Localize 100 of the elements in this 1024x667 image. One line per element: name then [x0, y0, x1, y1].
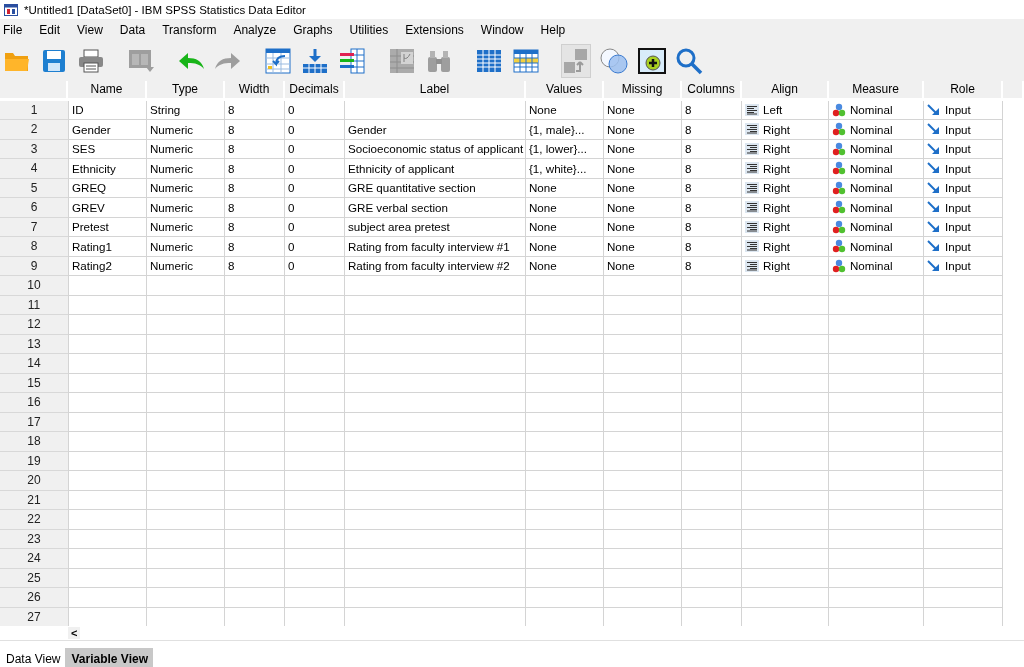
- label-cell[interactable]: subject area pretest: [345, 217, 526, 237]
- align-cell[interactable]: Right: [742, 237, 829, 257]
- column-header[interactable]: Type: [147, 81, 225, 98]
- row-number[interactable]: 11: [0, 295, 68, 315]
- empty-cell[interactable]: [829, 510, 924, 530]
- empty-cell[interactable]: [604, 588, 682, 608]
- name-cell[interactable]: Pretest: [68, 217, 147, 237]
- decimals-cell[interactable]: 0: [285, 178, 345, 198]
- empty-cell[interactable]: [526, 432, 604, 452]
- values-cell[interactable]: {1, white}...: [526, 159, 604, 179]
- empty-cell[interactable]: [526, 471, 604, 491]
- row-number[interactable]: 13: [0, 334, 68, 354]
- empty-cell[interactable]: [147, 393, 225, 413]
- empty-cell[interactable]: [682, 315, 742, 335]
- empty-cell[interactable]: [829, 373, 924, 393]
- label-cell[interactable]: GRE verbal section: [345, 198, 526, 218]
- column-header[interactable]: Decimals: [285, 81, 345, 98]
- missing-cell[interactable]: None: [604, 159, 682, 179]
- columns-cell[interactable]: 8: [682, 256, 742, 276]
- align-cell[interactable]: Right: [742, 139, 829, 159]
- empty-cell[interactable]: [829, 471, 924, 491]
- align-cell[interactable]: Right: [742, 256, 829, 276]
- row-number[interactable]: 8: [0, 237, 68, 257]
- missing-cell[interactable]: None: [604, 120, 682, 140]
- measure-cell[interactable]: Nominal: [829, 256, 924, 276]
- empty-cell[interactable]: [682, 373, 742, 393]
- name-cell[interactable]: ID: [68, 100, 147, 120]
- name-cell[interactable]: Rating2: [68, 256, 147, 276]
- empty-cell[interactable]: [604, 315, 682, 335]
- view-tab[interactable]: Data View: [0, 648, 66, 667]
- empty-cell[interactable]: [225, 490, 285, 510]
- empty-cell[interactable]: [147, 529, 225, 549]
- empty-cell[interactable]: [225, 451, 285, 471]
- row-number[interactable]: 7: [0, 217, 68, 237]
- name-cell[interactable]: Rating1: [68, 237, 147, 257]
- row-number[interactable]: 3: [0, 139, 68, 159]
- row-number[interactable]: 10: [0, 276, 68, 296]
- columns-cell[interactable]: 8: [682, 198, 742, 218]
- empty-cell[interactable]: [345, 490, 526, 510]
- empty-cell[interactable]: [682, 295, 742, 315]
- empty-cell[interactable]: [829, 354, 924, 374]
- width-cell[interactable]: 8: [225, 100, 285, 120]
- measure-cell[interactable]: Nominal: [829, 159, 924, 179]
- values-cell[interactable]: None: [526, 256, 604, 276]
- empty-cell[interactable]: [225, 471, 285, 491]
- empty-cell[interactable]: [682, 510, 742, 530]
- width-cell[interactable]: 8: [225, 139, 285, 159]
- empty-cell[interactable]: [742, 490, 829, 510]
- empty-cell[interactable]: [526, 451, 604, 471]
- missing-cell[interactable]: None: [604, 256, 682, 276]
- name-cell[interactable]: GREV: [68, 198, 147, 218]
- type-cell[interactable]: Numeric: [147, 120, 225, 140]
- measure-cell[interactable]: Nominal: [829, 120, 924, 140]
- empty-cell[interactable]: [604, 568, 682, 588]
- empty-cell[interactable]: [682, 334, 742, 354]
- type-cell[interactable]: Numeric: [147, 139, 225, 159]
- empty-cell[interactable]: [285, 451, 345, 471]
- missing-cell[interactable]: None: [604, 139, 682, 159]
- name-cell[interactable]: Ethnicity: [68, 159, 147, 179]
- values-cell[interactable]: None: [526, 178, 604, 198]
- scroll-left-button[interactable]: <: [68, 627, 81, 639]
- column-header[interactable]: Align: [742, 81, 829, 98]
- align-cell[interactable]: Right: [742, 217, 829, 237]
- empty-cell[interactable]: [682, 412, 742, 432]
- empty-cell[interactable]: [345, 432, 526, 452]
- measure-cell[interactable]: Nominal: [829, 139, 924, 159]
- row-number[interactable]: 9: [0, 256, 68, 276]
- align-cell[interactable]: Right: [742, 198, 829, 218]
- row-number[interactable]: 16: [0, 393, 68, 413]
- empty-cell[interactable]: [526, 295, 604, 315]
- column-header[interactable]: Values: [526, 81, 604, 98]
- empty-cell[interactable]: [742, 315, 829, 335]
- empty-cell[interactable]: [147, 315, 225, 335]
- menu-item[interactable]: Utilities: [349, 23, 398, 37]
- empty-cell[interactable]: [147, 490, 225, 510]
- label-cell[interactable]: Gender: [345, 120, 526, 140]
- row-number[interactable]: 18: [0, 432, 68, 452]
- width-cell[interactable]: 8: [225, 237, 285, 257]
- empty-cell[interactable]: [682, 471, 742, 491]
- column-header[interactable]: Missing: [604, 81, 682, 98]
- empty-cell[interactable]: [147, 510, 225, 530]
- label-cell[interactable]: Rating from faculty interview #1: [345, 237, 526, 257]
- empty-cell[interactable]: [682, 354, 742, 374]
- empty-cell[interactable]: [829, 334, 924, 354]
- menu-item[interactable]: File: [3, 23, 32, 37]
- column-header[interactable]: Columns: [682, 81, 742, 98]
- empty-cell[interactable]: [829, 588, 924, 608]
- empty-cell[interactable]: [682, 432, 742, 452]
- empty-cell[interactable]: [829, 276, 924, 296]
- type-cell[interactable]: Numeric: [147, 198, 225, 218]
- row-number[interactable]: 21: [0, 490, 68, 510]
- decimals-cell[interactable]: 0: [285, 120, 345, 140]
- empty-cell[interactable]: [682, 490, 742, 510]
- columns-cell[interactable]: 8: [682, 100, 742, 120]
- empty-cell[interactable]: [225, 334, 285, 354]
- column-header[interactable]: Name: [68, 81, 147, 98]
- label-cell[interactable]: [345, 100, 526, 120]
- name-cell[interactable]: SES: [68, 139, 147, 159]
- empty-cell[interactable]: [147, 432, 225, 452]
- empty-cell[interactable]: [604, 471, 682, 491]
